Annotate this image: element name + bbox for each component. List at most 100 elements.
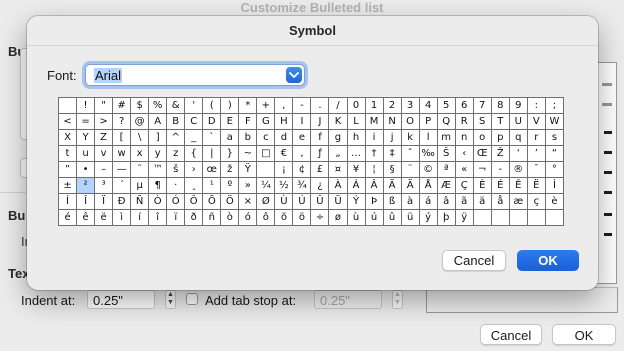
tab-stop-field[interactable]: 0.25": [314, 290, 382, 309]
symbol-cell[interactable]: ÿ: [454, 209, 474, 226]
symbol-cell[interactable]: z: [166, 145, 186, 162]
symbol-cell[interactable]: ä: [472, 193, 492, 210]
symbol-cell[interactable]: -: [292, 97, 312, 114]
symbol-cell[interactable]: ‰: [418, 145, 438, 162]
symbol-cell[interactable]: O: [400, 113, 420, 130]
symbol-cell[interactable]: $: [130, 97, 150, 114]
symbol-cell[interactable]: ë: [94, 209, 114, 226]
symbol-cell[interactable]: ¢: [292, 161, 312, 178]
symbol-cell[interactable]: \: [130, 129, 150, 146]
symbol-cell[interactable]: n: [454, 129, 474, 146]
symbol-cell[interactable]: [508, 209, 528, 226]
symbol-cell[interactable]: }: [220, 145, 240, 162]
symbol-cell[interactable]: É: [490, 177, 510, 194]
symbol-cell[interactable]: •: [76, 161, 96, 178]
symbol-cell[interactable]: Ê: [508, 177, 528, 194]
symbol-cell[interactable]: T: [490, 113, 510, 130]
symbol-cell[interactable]: 1: [364, 97, 384, 114]
symbol-cell[interactable]: -: [490, 161, 510, 178]
symbol-cell[interactable]: v: [94, 145, 114, 162]
symbol-cell[interactable]: Ñ: [130, 193, 150, 210]
symbol-cell[interactable]: %: [148, 97, 168, 114]
symbol-cell[interactable]: 4: [418, 97, 438, 114]
symbol-cell[interactable]: {: [184, 145, 204, 162]
symbol-cell[interactable]: X: [57, 129, 78, 146]
symbol-cell[interactable]: »: [238, 177, 258, 194]
indent-at-field[interactable]: 0.25": [87, 290, 155, 309]
symbol-cell[interactable]: W: [544, 113, 565, 130]
symbol-cell[interactable]: ÷: [310, 209, 330, 226]
symbol-cell[interactable]: ƒ: [310, 145, 330, 162]
indent-stepper-icon[interactable]: ▲ ▼: [165, 290, 176, 309]
symbol-cell[interactable]: Ù: [274, 193, 294, 210]
symbol-cell[interactable]: |: [202, 145, 222, 162]
symbol-cell[interactable]: È: [472, 177, 492, 194]
symbol-cell[interactable]: þ: [436, 209, 456, 226]
symbol-cell[interactable]: ’: [526, 145, 546, 162]
symbol-cell[interactable]: J: [310, 113, 330, 130]
background-ok-button[interactable]: OK: [552, 324, 616, 345]
symbol-cell[interactable]: R: [454, 113, 474, 130]
symbol-cell[interactable]: _: [184, 129, 204, 146]
symbol-cell[interactable]: ½: [274, 177, 294, 194]
symbol-cell[interactable]: ó: [238, 209, 258, 226]
symbol-cell[interactable]: &: [166, 97, 186, 114]
symbol-cell[interactable]: 3: [400, 97, 420, 114]
symbol-cell[interactable]: Ð: [112, 193, 132, 210]
symbol-cell[interactable]: €: [274, 145, 294, 162]
symbol-cell[interactable]: ª: [436, 161, 456, 178]
symbol-cell[interactable]: í: [130, 209, 150, 226]
symbol-cell[interactable]: ×: [238, 193, 258, 210]
symbol-cell[interactable]: ,: [274, 97, 294, 114]
symbol-cell[interactable]: ê: [76, 209, 96, 226]
symbol-cell[interactable]: k: [400, 129, 420, 146]
symbol-cell[interactable]: x: [130, 145, 150, 162]
symbol-cell[interactable]: Â: [364, 177, 384, 194]
symbol-cell[interactable]: «: [454, 161, 474, 178]
symbol-cell[interactable]: Ì: [544, 177, 565, 194]
symbol-cell[interactable]: ®: [508, 161, 528, 178]
symbol-cell[interactable]: Í: [57, 193, 78, 210]
symbol-cell[interactable]: i: [364, 129, 384, 146]
symbol-cell[interactable]: F: [238, 113, 258, 130]
symbol-cell[interactable]: ¥: [346, 161, 366, 178]
symbol-cell[interactable]: Ô: [184, 193, 204, 210]
symbol-cell[interactable]: ~: [238, 145, 258, 162]
symbol-cell[interactable]: Ó: [166, 193, 186, 210]
symbol-cell[interactable]: ¤: [328, 161, 348, 178]
symbol-cell[interactable]: ì: [112, 209, 132, 226]
symbol-cell[interactable]: ²: [76, 177, 96, 194]
symbol-cell[interactable]: ˆ: [400, 145, 420, 162]
symbol-cell[interactable]: P: [418, 113, 438, 130]
symbol-cell[interactable]: à: [400, 193, 420, 210]
cancel-button[interactable]: Cancel: [442, 250, 506, 271]
symbol-cell[interactable]: µ: [130, 177, 150, 194]
symbol-cell[interactable]: û: [382, 209, 402, 226]
symbol-cell[interactable]: 7: [472, 97, 492, 114]
symbol-cell[interactable]: ¬: [472, 161, 492, 178]
symbol-cell[interactable]: j: [382, 129, 402, 146]
symbol-cell[interactable]: ž: [220, 161, 240, 178]
symbol-cell[interactable]: Ã: [382, 177, 402, 194]
symbol-cell[interactable]: õ: [274, 209, 294, 226]
symbol-cell[interactable]: (: [202, 97, 222, 114]
symbol-cell[interactable]: ß: [382, 193, 402, 210]
symbol-cell[interactable]: ç: [526, 193, 546, 210]
symbol-cell[interactable]: [526, 209, 546, 226]
symbol-cell[interactable]: ¹: [202, 177, 222, 194]
symbol-cell[interactable]: Å: [418, 177, 438, 194]
symbol-cell[interactable]: 0: [346, 97, 366, 114]
symbol-cell[interactable]: „: [328, 145, 348, 162]
symbol-cell[interactable]: £: [310, 161, 330, 178]
symbol-cell[interactable]: Ø: [256, 193, 276, 210]
symbol-cell[interactable]: ?: [112, 113, 132, 130]
symbol-cell[interactable]: E: [220, 113, 240, 130]
symbol-cell[interactable]: [57, 97, 78, 114]
symbol-cell[interactable]: ‡: [382, 145, 402, 162]
symbol-cell[interactable]: p: [490, 129, 510, 146]
symbol-cell[interactable]: º: [220, 177, 240, 194]
symbol-cell[interactable]: Ú: [292, 193, 312, 210]
symbol-cell[interactable]: l: [418, 129, 438, 146]
symbol-cell[interactable]: Ä: [400, 177, 420, 194]
symbol-cell[interactable]: ©: [418, 161, 438, 178]
